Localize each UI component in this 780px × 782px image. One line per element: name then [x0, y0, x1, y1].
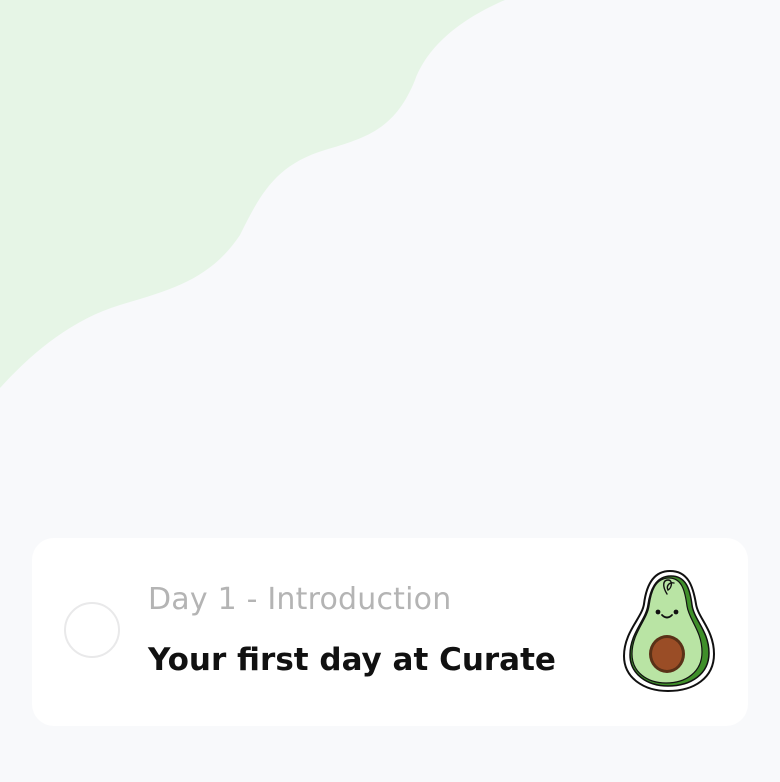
avocado-icon: [622, 569, 716, 693]
lesson-card[interactable]: Day 1 - Introduction Your first day at C…: [32, 538, 748, 726]
lesson-title: Your first day at Curate: [148, 642, 556, 678]
lesson-day-label: Day 1 - Introduction: [148, 582, 452, 617]
completion-checkbox[interactable]: [64, 602, 120, 658]
